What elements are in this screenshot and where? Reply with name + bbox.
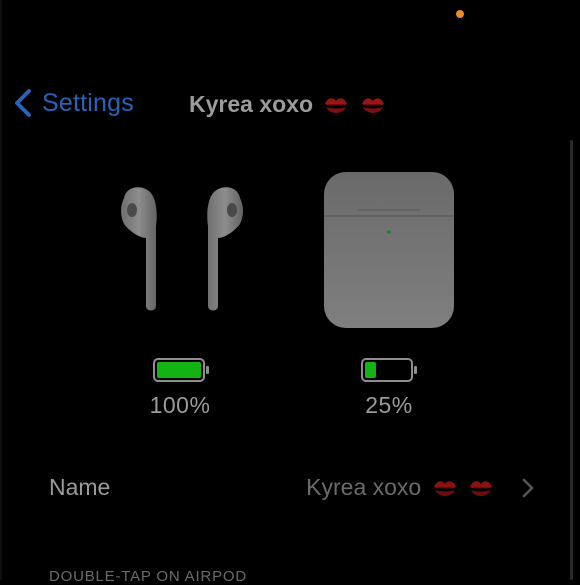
airpods-icon <box>121 187 243 311</box>
navigation-bar: Settings Kyrea xoxo <box>0 80 580 126</box>
double-tap-section-header: DOUBLE-TAP ON AIRPOD <box>49 568 247 585</box>
airpods-case-icon <box>324 172 454 328</box>
name-row-value-text: Kyrea xoxo <box>306 474 422 500</box>
name-row[interactable]: Name Kyrea xoxo <box>0 462 580 512</box>
back-button[interactable]: Settings <box>12 86 134 120</box>
kiss-mark-icon <box>325 98 348 113</box>
case-battery-indicator <box>361 358 419 382</box>
name-row-value: Kyrea xoxo <box>306 474 494 501</box>
battery-icon <box>361 358 417 382</box>
airpods-battery-indicator <box>153 358 211 382</box>
privacy-indicator-dot <box>456 10 464 18</box>
back-button-label: Settings <box>42 88 134 117</box>
page-title: Kyrea xoxo <box>189 91 386 118</box>
kiss-mark-icon <box>470 481 492 496</box>
kiss-mark-icon <box>361 98 384 113</box>
chevron-left-icon <box>15 89 31 117</box>
case-battery-percent: 25% <box>365 392 413 418</box>
airpods-battery-percent: 100% <box>149 392 211 418</box>
scrollbar[interactable] <box>570 140 573 580</box>
chevron-right-icon <box>522 478 534 498</box>
airpods-settings-screen: Settings Kyrea xoxo 100% 25% Name Kyrea … <box>0 0 580 585</box>
battery-icon <box>153 358 209 382</box>
page-title-text: Kyrea xoxo <box>189 91 314 117</box>
name-row-label: Name <box>49 474 111 500</box>
kiss-mark-icon <box>433 481 456 496</box>
